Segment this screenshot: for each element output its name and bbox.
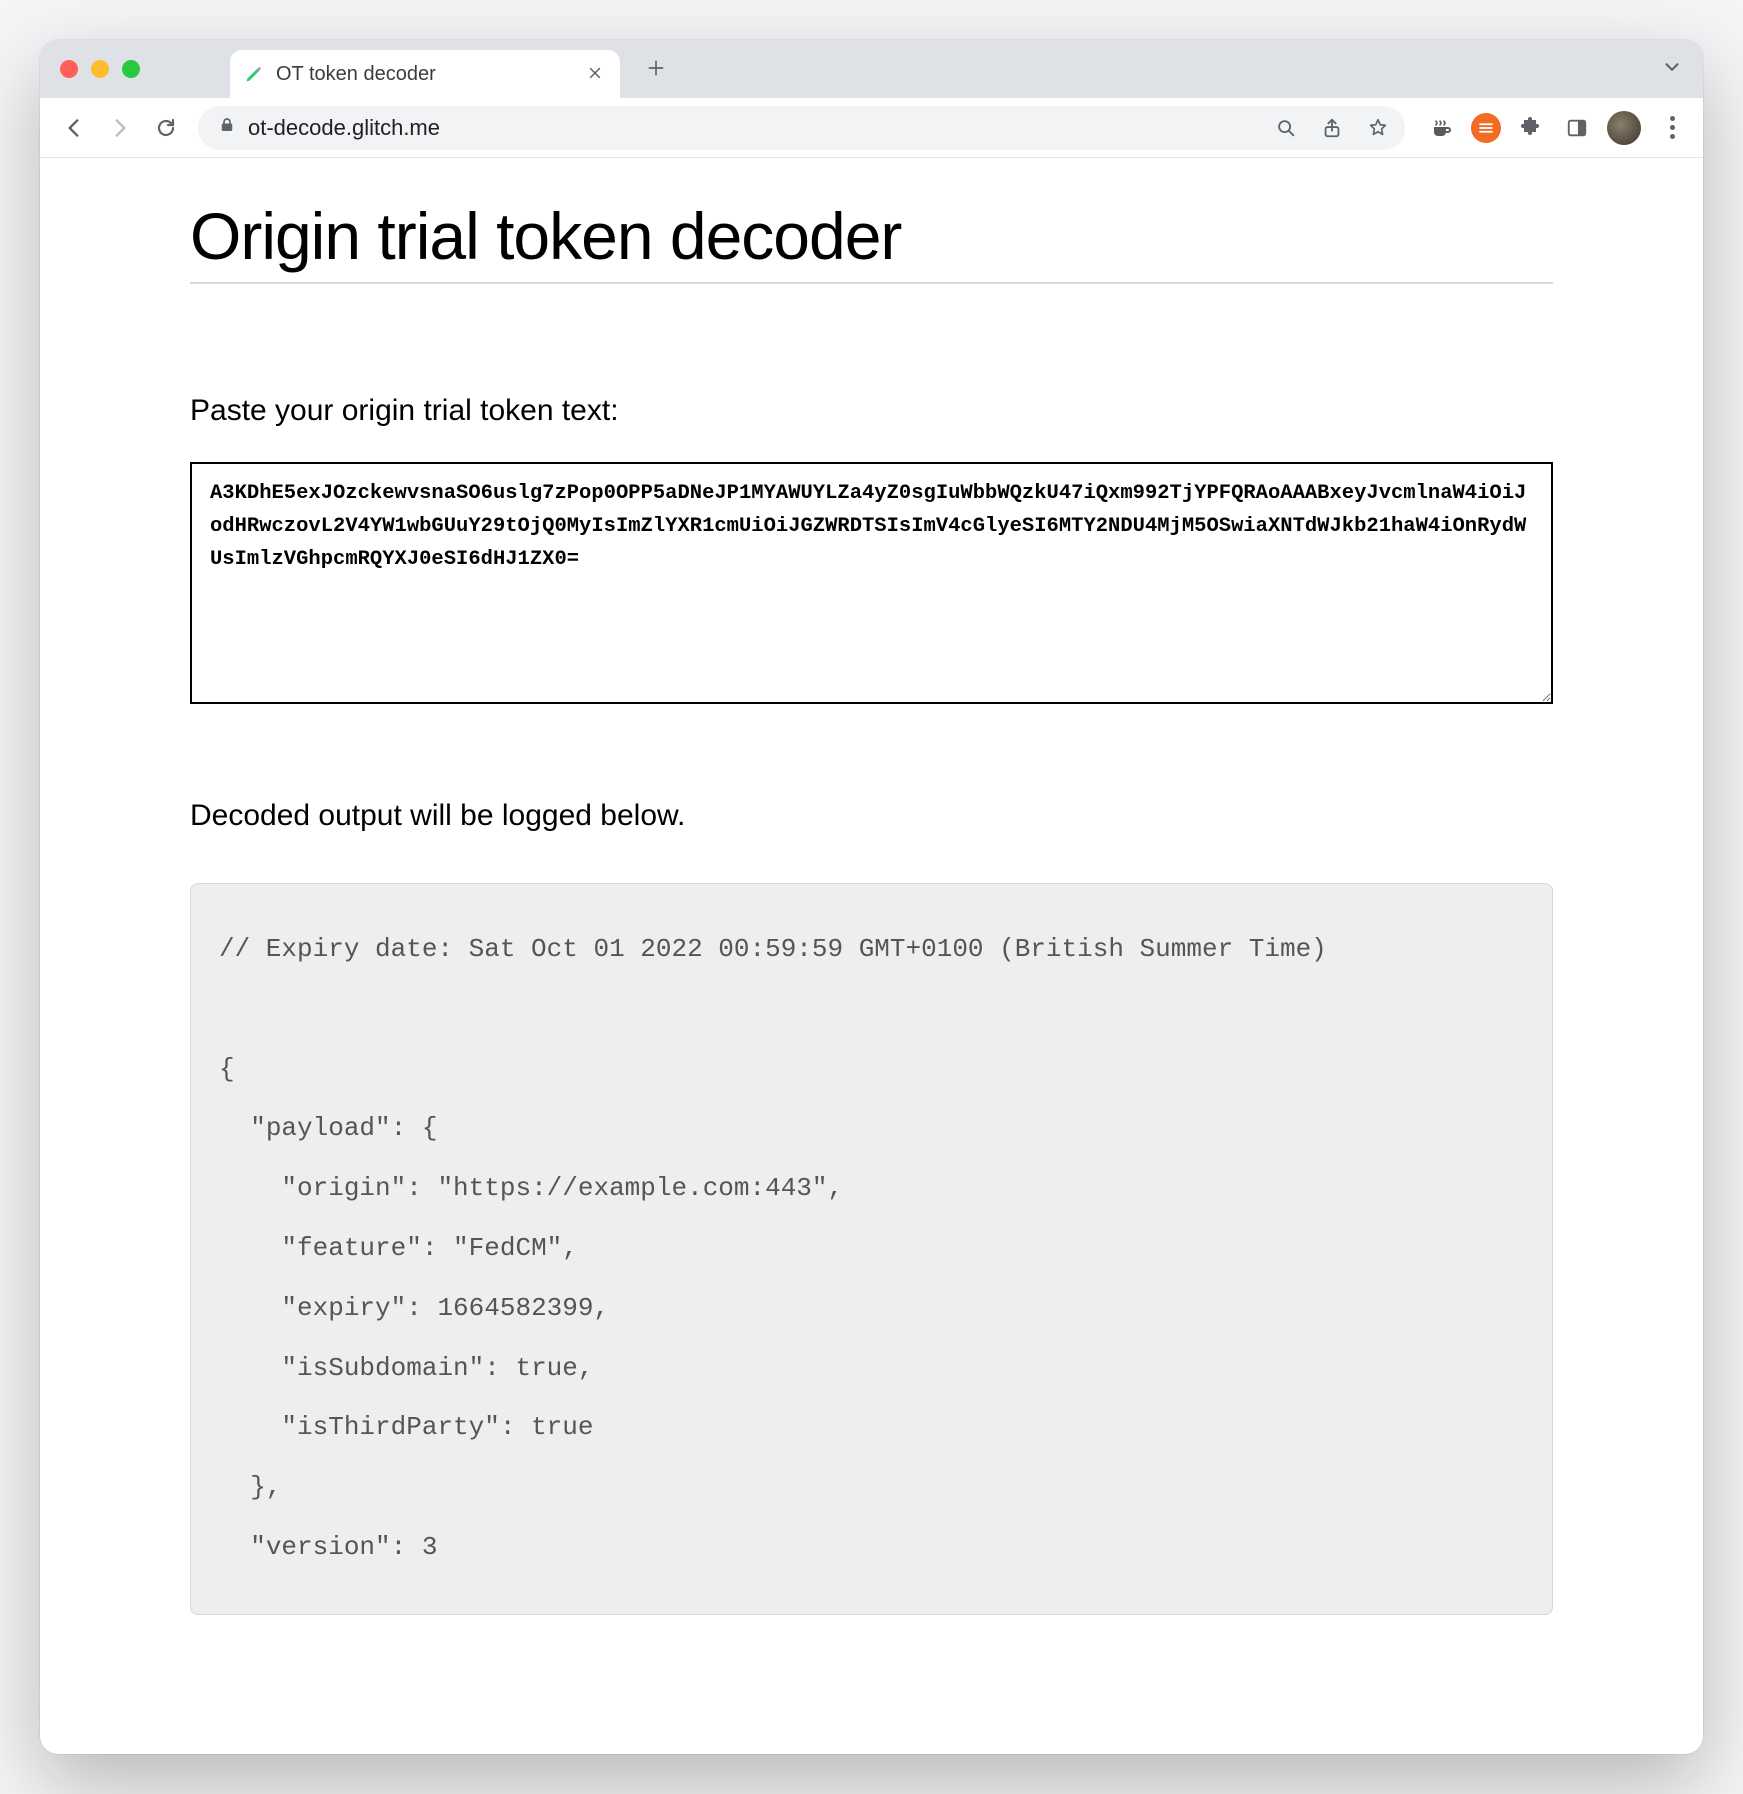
browser-window: OT token decoder ot-decode.glitch.m — [40, 40, 1703, 1754]
pencil-icon — [244, 64, 264, 84]
minimize-window-button[interactable] — [91, 60, 109, 78]
profile-avatar[interactable] — [1607, 111, 1641, 145]
paste-heading: Paste your origin trial token text: — [190, 394, 1553, 428]
tab-list-dropdown[interactable] — [1651, 50, 1693, 89]
decoded-output: // Expiry date: Sat Oct 01 2022 00:59:59… — [190, 883, 1553, 1615]
extensions-puzzle-icon[interactable] — [1515, 112, 1547, 144]
side-panel-icon[interactable] — [1561, 112, 1593, 144]
reload-button[interactable] — [146, 108, 186, 148]
window-controls — [60, 60, 140, 78]
output-heading: Decoded output will be logged below. — [190, 799, 1553, 833]
forward-button[interactable] — [100, 108, 140, 148]
tab-title: OT token decoder — [276, 63, 572, 86]
coffee-extension-icon[interactable] — [1425, 112, 1457, 144]
bookmark-star-icon[interactable] — [1361, 111, 1395, 145]
fullscreen-window-button[interactable] — [122, 60, 140, 78]
browser-toolbar: ot-decode.glitch.me — [40, 98, 1703, 158]
extension-icons — [1425, 111, 1689, 145]
chrome-menu-button[interactable] — [1655, 116, 1689, 139]
close-window-button[interactable] — [60, 60, 78, 78]
lock-icon — [218, 116, 236, 139]
page-title: Origin trial token decoder — [190, 198, 1553, 274]
url-text: ot-decode.glitch.me — [248, 115, 1257, 141]
orange-extension-icon[interactable] — [1471, 113, 1501, 143]
token-input[interactable] — [190, 462, 1553, 704]
search-icon[interactable] — [1269, 111, 1303, 145]
new-tab-button[interactable] — [636, 52, 676, 86]
divider — [190, 282, 1553, 284]
page-content: Origin trial token decoder Paste your or… — [40, 158, 1703, 1754]
address-bar[interactable]: ot-decode.glitch.me — [198, 106, 1405, 150]
tab-close-button[interactable] — [584, 61, 606, 87]
back-button[interactable] — [54, 108, 94, 148]
tab-strip: OT token decoder — [40, 40, 1703, 98]
browser-tab[interactable]: OT token decoder — [230, 50, 620, 98]
share-icon[interactable] — [1315, 111, 1349, 145]
